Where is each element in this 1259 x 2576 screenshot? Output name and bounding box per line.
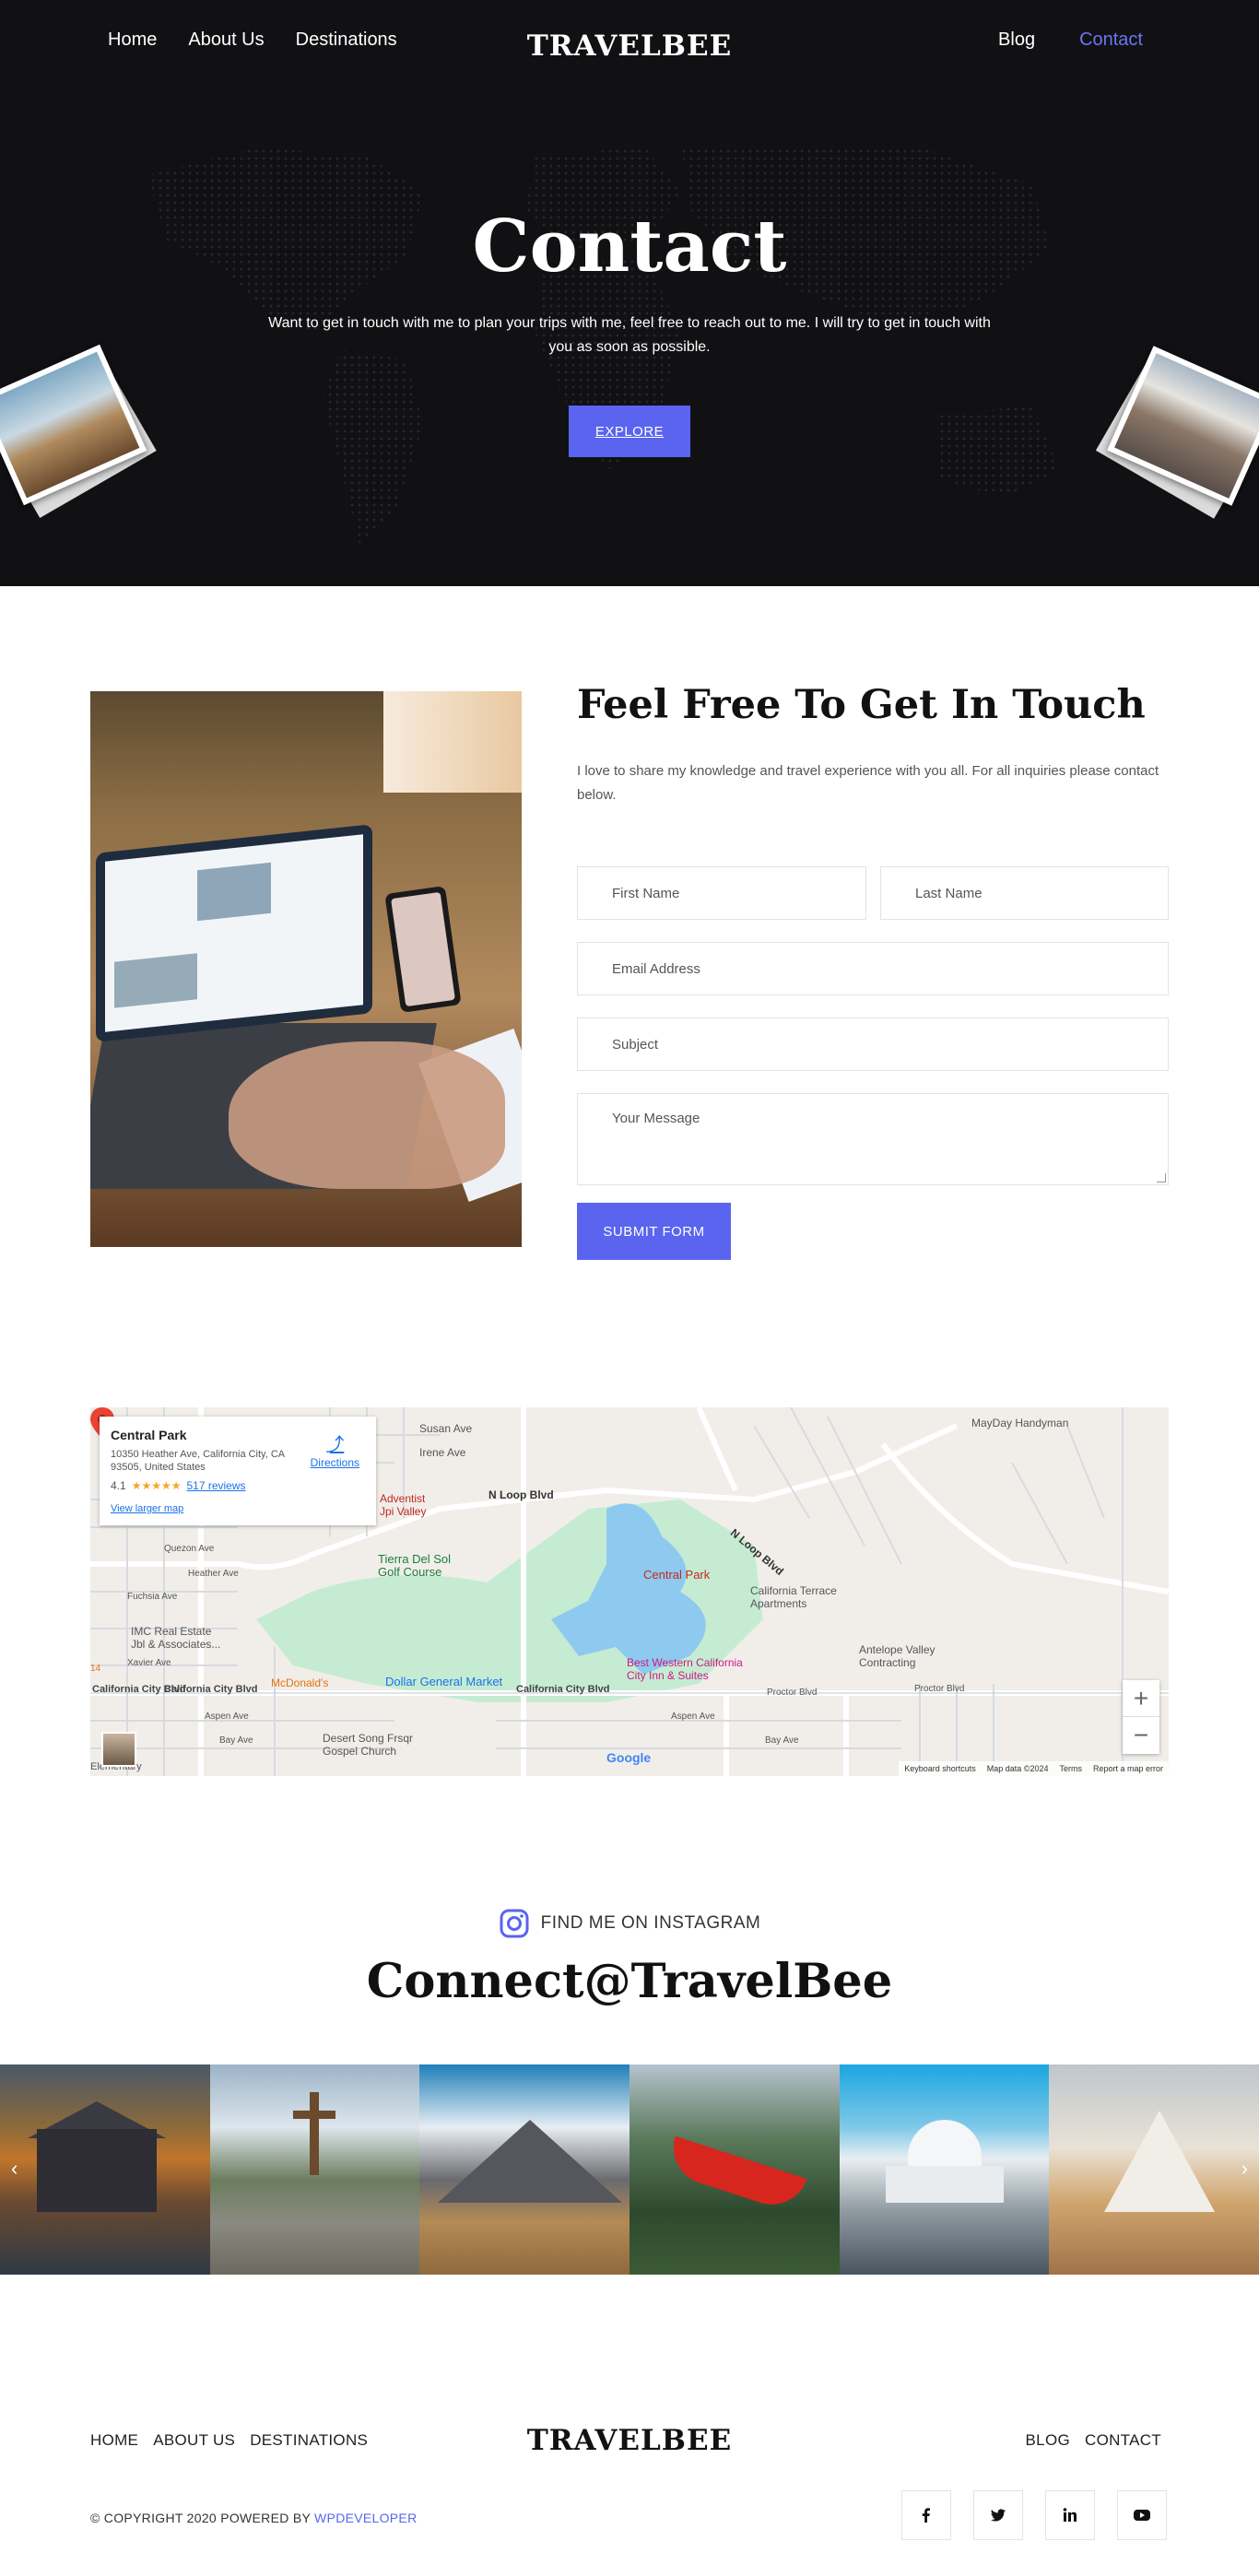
google-logo: Google [606, 1750, 652, 1765]
terms-link[interactable]: Terms [1059, 1764, 1082, 1773]
hero-subtitle: Want to get in touch with me to plan you… [268, 315, 991, 355]
gallery-image-tipi[interactable] [1049, 2064, 1259, 2275]
zoom-out-button[interactable]: − [1123, 1717, 1159, 1754]
map-zoom-controls: + − [1123, 1680, 1159, 1754]
map-label: N Loop Blvd [488, 1488, 554, 1501]
submit-form-button[interactable]: SUBMIT FORM [577, 1203, 731, 1260]
last-name-placeholder: Last Name [915, 885, 982, 901]
instagram-icon [500, 1909, 529, 1938]
last-name-input[interactable]: Last Name [880, 866, 1169, 920]
nav-contact-link[interactable]: Contact [1079, 29, 1143, 51]
report-error-link[interactable]: Report a map error [1093, 1764, 1163, 1773]
map-label: Fuchsia Ave [127, 1592, 178, 1602]
social-links [901, 2490, 1167, 2540]
map-label: Proctor Blvd [914, 1684, 965, 1694]
hero-section: Home About Us Destinations TRAVELBEE Blo… [0, 0, 1259, 586]
youtube-icon[interactable] [1117, 2490, 1167, 2540]
message-placeholder: Your Message [612, 1111, 700, 1126]
linkedin-icon[interactable] [1045, 2490, 1095, 2540]
map-label: Xavier Ave [127, 1658, 171, 1668]
message-textarea[interactable]: Your Message [577, 1093, 1169, 1185]
map-label: Bay Ave [765, 1735, 799, 1746]
map-label: California City Blvd [92, 1684, 186, 1695]
google-map[interactable]: Susan Ave Irene Ave N Loop Blvd N Loop B… [90, 1407, 1169, 1776]
zoom-in-button[interactable]: + [1123, 1680, 1159, 1717]
wpdeveloper-link[interactable]: WPDEVELOPER [314, 2511, 417, 2525]
map-label: Irene Ave [419, 1446, 466, 1459]
map-label: Susan Ave [419, 1422, 473, 1435]
map-label: Bay Ave [219, 1735, 253, 1746]
footer-nav-right: BLOG CONTACT [1026, 2431, 1161, 2450]
subject-placeholder: Subject [612, 1036, 659, 1053]
map-footer: Keyboard shortcuts Map data ©2024 Terms … [899, 1761, 1169, 1776]
footer-contact-link[interactable]: CONTACT [1085, 2431, 1161, 2450]
reviews-link[interactable]: 517 reviews [186, 1479, 245, 1492]
map-label: Tierra Del Sol Golf Course [378, 1552, 451, 1579]
copyright-prefix: © COPYRIGHT 2020 POWERED BY [90, 2511, 315, 2525]
decorative-photo-left [0, 344, 147, 506]
gallery-image-capitol[interactable] [839, 2064, 1050, 2275]
rating-value: 4.1 [111, 1479, 126, 1492]
instagram-gallery [0, 2064, 1259, 2275]
map-label: Best Western California City Inn & Suite… [627, 1656, 743, 1682]
footer-blog-link[interactable]: BLOG [1026, 2431, 1070, 2450]
main-nav-right: Blog Contact [998, 29, 1143, 51]
contact-heading: Feel Free To Get In Touch [577, 682, 1146, 728]
nav-blog-link[interactable]: Blog [998, 29, 1035, 51]
map-label: Quezon Ave [164, 1544, 215, 1554]
map-data-text: Map data ©2024 [986, 1764, 1049, 1773]
directions-button[interactable]: ⤴ Directions [311, 1429, 359, 1469]
map-label: Adventist Jpi Valley [380, 1492, 427, 1518]
map-label: Aspen Ave [205, 1711, 249, 1722]
instagram-label-row: FIND ME ON INSTAGRAM [0, 1908, 1259, 1939]
gallery-image-mountain[interactable] [419, 2064, 630, 2275]
contact-intro: I love to share my knowledge and travel … [577, 763, 1159, 803]
map-label: Aspen Ave [671, 1711, 715, 1722]
rating-stars: ★★★★★ [131, 1479, 182, 1492]
directions-icon: ⤴ [325, 1435, 345, 1455]
contact-photo [90, 691, 522, 1247]
gallery-image-hammock[interactable] [630, 2064, 840, 2275]
instagram-label: FIND ME ON INSTAGRAM [540, 1913, 761, 1933]
email-input[interactable]: Email Address [577, 942, 1169, 995]
directions-label: Directions [310, 1456, 359, 1469]
chevron-left-icon[interactable]: ‹ [11, 2157, 18, 2181]
first-name-placeholder: First Name [612, 885, 680, 901]
map-label: Desert Song Frsqr Gospel Church [323, 1732, 414, 1758]
map-label: IMC Real Estate Jbl & Associates... [131, 1625, 221, 1651]
instagram-handle[interactable]: Connect@TravelBee [0, 1954, 1259, 2009]
map-label: Antelope Valley Contracting [859, 1643, 935, 1669]
gallery-image-cross-peak[interactable] [209, 2064, 420, 2275]
subject-input[interactable]: Subject [577, 1017, 1169, 1071]
map-label: Heather Ave [188, 1569, 239, 1579]
gallery-image-lake-house[interactable] [0, 2064, 210, 2275]
street-view-thumbnail[interactable] [101, 1732, 136, 1767]
facebook-icon[interactable] [901, 2490, 951, 2540]
chevron-right-icon[interactable]: › [1241, 2157, 1248, 2181]
map-label: 14 [90, 1664, 101, 1674]
map-label: MayDay Handyman [971, 1417, 1069, 1429]
place-address: 10350 Heather Ave, California City, CA 9… [111, 1449, 285, 1473]
keyboard-shortcuts-link[interactable]: Keyboard shortcuts [904, 1764, 976, 1773]
page-title: Contact [472, 205, 787, 288]
email-placeholder: Email Address [612, 960, 700, 977]
place-rating: 4.1 ★★★★★ 517 reviews [111, 1479, 365, 1492]
twitter-icon[interactable] [973, 2490, 1023, 2540]
map-label: Dollar General Market [385, 1675, 503, 1688]
first-name-input[interactable]: First Name [577, 866, 866, 920]
map-place-card: Central Park 10350 Heather Ave, Californ… [100, 1417, 376, 1525]
copyright-text: © COPYRIGHT 2020 POWERED BY WPDEVELOPER [90, 2511, 418, 2525]
map-label: California Terrace Apartments [750, 1584, 837, 1610]
view-larger-map-link[interactable]: View larger map [111, 1503, 365, 1514]
map-pin-label: Central Park [643, 1568, 711, 1582]
map-label: Proctor Blvd [767, 1688, 818, 1698]
resize-handle[interactable] [1157, 1173, 1166, 1182]
map-label: California City Blvd [516, 1684, 610, 1695]
explore-button[interactable]: EXPLORE [569, 406, 690, 457]
map-label: McDonald's [271, 1676, 329, 1689]
